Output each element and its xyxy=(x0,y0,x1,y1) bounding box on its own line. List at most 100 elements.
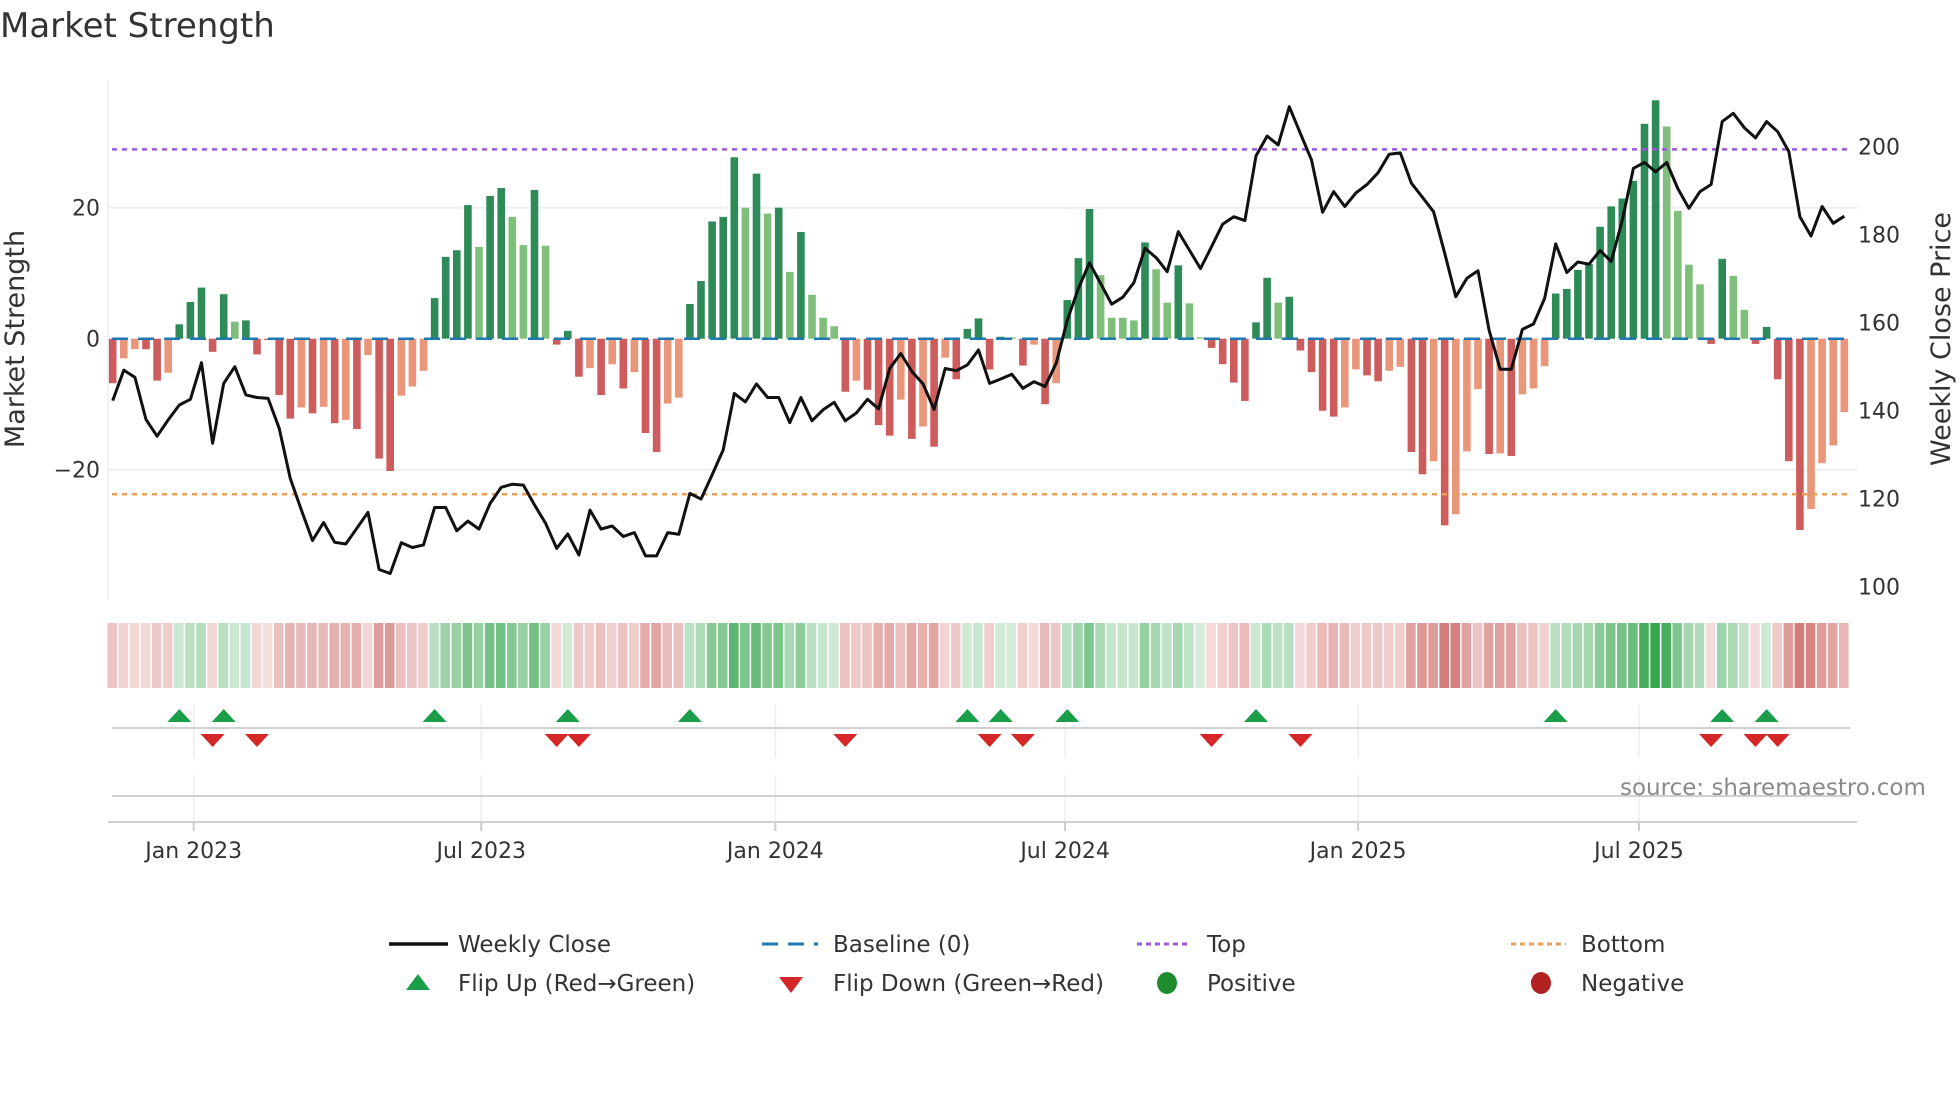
strength-bar xyxy=(1252,322,1260,339)
strength-bar xyxy=(1685,264,1693,339)
strength-bar xyxy=(475,247,483,339)
heat-cell xyxy=(1439,623,1449,688)
heat-cell xyxy=(962,623,972,688)
strength-bar xyxy=(1241,338,1249,401)
strength-bar xyxy=(1296,338,1305,351)
heat-cell xyxy=(1661,623,1671,688)
heat-cell xyxy=(1506,623,1516,688)
strength-bar xyxy=(675,338,683,398)
heat-cell xyxy=(973,623,983,688)
heat-cell xyxy=(529,623,539,688)
heat-cell xyxy=(1761,623,1771,688)
x-tick-label: Jan 2023 xyxy=(143,839,242,864)
strength-bar xyxy=(1829,338,1837,446)
strength-bar xyxy=(1107,317,1116,339)
heat-cell xyxy=(518,623,528,688)
legend-item-flip-down[interactable]: Flip Down (Green→Red) xyxy=(779,971,1104,997)
strength-bar xyxy=(397,338,406,396)
heat-cell xyxy=(495,623,506,688)
strength-bar xyxy=(697,281,705,339)
heat-cell xyxy=(451,623,462,688)
strength-bar xyxy=(941,338,949,358)
heat-cell xyxy=(862,623,872,688)
flip-up-marker xyxy=(988,709,1013,722)
heat-cell xyxy=(229,623,240,688)
strength-bar xyxy=(786,271,794,339)
strength-bar xyxy=(930,338,938,447)
strength-bar xyxy=(1607,206,1615,339)
strength-bar xyxy=(1574,269,1582,339)
heat-cell xyxy=(1650,623,1660,688)
heat-cell xyxy=(984,623,994,688)
strength-bar xyxy=(1818,338,1826,464)
heat-cell xyxy=(729,623,739,688)
legend-item-top[interactable]: Top xyxy=(1137,932,1246,958)
strength-bar xyxy=(1785,338,1793,462)
legend-item-positive[interactable]: Positive xyxy=(1157,971,1296,997)
strength-bar xyxy=(1374,338,1382,382)
strength-bar xyxy=(530,190,539,339)
heat-cell xyxy=(1150,623,1161,688)
strength-bar xyxy=(1485,338,1493,454)
strength-bar xyxy=(863,338,872,390)
heat-cell xyxy=(1106,623,1116,688)
heat-cell xyxy=(1095,623,1105,688)
flip-up-marker xyxy=(1543,709,1568,722)
right-tick-label: 100 xyxy=(1858,576,1900,601)
right-tick-label: 160 xyxy=(1858,312,1900,337)
heat-cell xyxy=(573,623,584,688)
heat-cell xyxy=(939,623,950,688)
heat-cell xyxy=(1750,623,1760,688)
heat-cell xyxy=(806,623,817,688)
strength-bar xyxy=(430,298,439,339)
right-axis-title: Weekly Close Price xyxy=(1926,212,1957,466)
heat-cell xyxy=(440,623,450,688)
flip-up-marker xyxy=(677,709,702,722)
legend-item-baseline[interactable]: Baseline (0) xyxy=(762,932,970,958)
strength-bar xyxy=(1463,338,1471,452)
heat-cell xyxy=(1794,623,1805,688)
legend-item-flip-up[interactable]: Flip Up (Red→Green) xyxy=(406,971,695,997)
heat-cell xyxy=(1073,623,1083,688)
flip-down-marker xyxy=(833,734,858,747)
strength-bar xyxy=(1762,326,1771,339)
heat-cell xyxy=(1517,623,1527,688)
heat-cell xyxy=(1472,623,1483,688)
heat-cell xyxy=(507,623,517,688)
strength-bar xyxy=(686,303,694,339)
strength-bar xyxy=(1629,180,1638,339)
heat-cell xyxy=(1350,623,1361,688)
heat-cell xyxy=(684,623,695,688)
strength-bar xyxy=(1174,265,1183,339)
circle-negative-icon xyxy=(1531,972,1551,994)
heat-cell xyxy=(1805,623,1816,688)
heat-cell xyxy=(1561,623,1572,688)
strength-bar xyxy=(253,338,261,355)
heat-cell xyxy=(484,623,495,688)
legend-item-weekly-close[interactable]: Weekly Close xyxy=(389,932,611,958)
heat-cell xyxy=(640,623,650,688)
legend-item-bottom[interactable]: Bottom xyxy=(1511,932,1665,958)
strength-bar xyxy=(586,338,594,369)
legend: Weekly Close Baseline (0) Top Bottom Fli… xyxy=(389,932,1684,997)
x-tick-label: Jan 2024 xyxy=(725,839,824,864)
strength-bar xyxy=(819,317,827,339)
heat-cell xyxy=(717,623,728,688)
flip-up-marker xyxy=(422,709,447,722)
strength-bar xyxy=(1363,338,1371,376)
heat-cell xyxy=(540,623,550,688)
heat-cell xyxy=(817,623,828,688)
right-tick-label: 200 xyxy=(1858,136,1900,161)
heat-cell xyxy=(1617,623,1627,688)
heat-cell xyxy=(462,623,473,688)
heat-cell xyxy=(1672,623,1683,688)
heat-cell xyxy=(706,623,717,688)
heat-cell xyxy=(362,623,373,688)
heat-cell xyxy=(1017,623,1028,688)
strength-bar xyxy=(1019,338,1027,366)
strength-bar xyxy=(1185,303,1194,339)
strength-bar xyxy=(1551,293,1560,339)
strength-bar xyxy=(641,338,650,434)
strength-bar xyxy=(1341,338,1349,408)
legend-item-negative[interactable]: Negative xyxy=(1531,971,1684,997)
